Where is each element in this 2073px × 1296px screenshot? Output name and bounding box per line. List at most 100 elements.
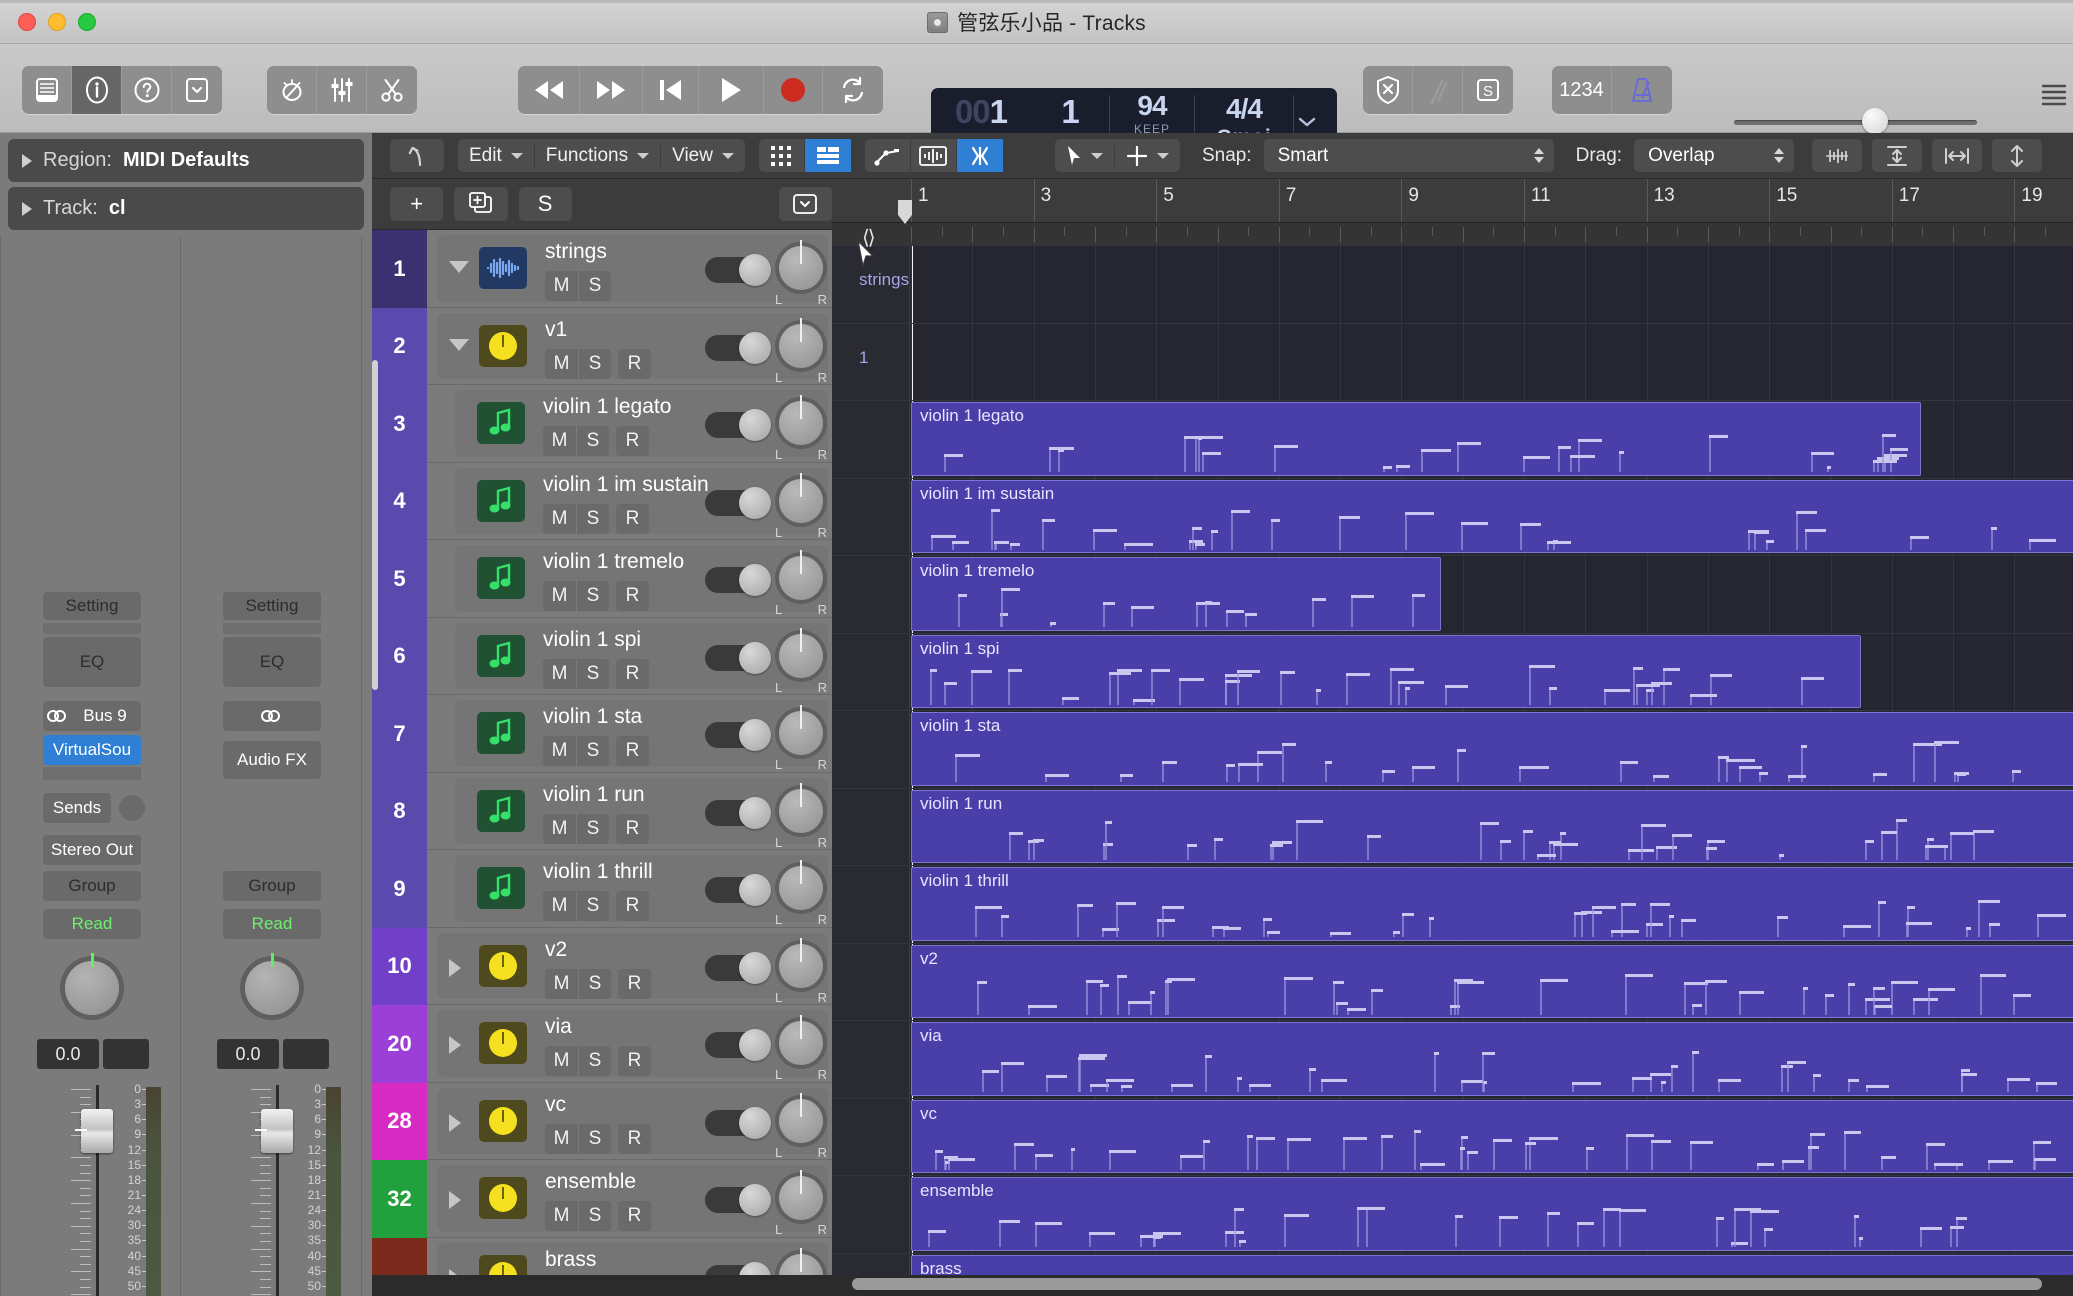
low-latency-button[interactable] [1363, 66, 1413, 114]
setting-button[interactable]: Setting [223, 592, 321, 620]
secondary-tool-button[interactable] [1115, 145, 1180, 167]
track-pan-knob[interactable] [779, 240, 823, 290]
track-mute-solo-record[interactable]: MSR [543, 891, 649, 921]
midi-region[interactable]: via [911, 1022, 2073, 1096]
track-mute-button[interactable]: M [543, 813, 576, 844]
track-name[interactable]: violin 1 spi [543, 628, 641, 652]
track-solo-button[interactable]: S [576, 503, 609, 534]
midi-note-icon[interactable] [477, 712, 525, 755]
flex-pitch-button[interactable] [1812, 139, 1863, 172]
toolbar-button[interactable] [172, 66, 222, 114]
track-name[interactable]: via [545, 1015, 572, 1039]
track-number[interactable]: 4 [372, 462, 427, 540]
track-volume-slider[interactable] [705, 1106, 771, 1139]
pan-knob[interactable] [245, 953, 299, 1015]
view-toggle-group[interactable] [758, 139, 851, 172]
track-volume-slider[interactable] [705, 254, 771, 286]
track-header-row[interactable]: ensemble M S R L R [427, 1160, 832, 1238]
midi-region[interactable]: v2 [911, 944, 2073, 1018]
track-header-row[interactable]: vc M S R L R [427, 1083, 832, 1160]
track-solo-button[interactable]: S [576, 891, 609, 921]
mixer-button[interactable] [317, 66, 367, 114]
disclosure-triangle-icon[interactable] [449, 1113, 461, 1132]
duplicate-track-button[interactable] [454, 187, 508, 221]
stepper-arrows-icon[interactable] [1774, 148, 1785, 163]
midi-region[interactable]: ensemble [911, 1177, 2073, 1251]
menu-edit[interactable]: Edit [458, 144, 535, 167]
track-volume-handle[interactable] [739, 331, 771, 364]
master-volume-knob[interactable] [1861, 108, 1888, 134]
track-volume-handle[interactable] [739, 1184, 771, 1216]
track-name[interactable]: violin 1 thrill [543, 860, 653, 884]
midi-region[interactable]: violin 1 legato [911, 402, 1921, 476]
region-inspector-header[interactable]: Region: MIDI Defaults [8, 139, 364, 182]
metronome-button[interactable] [1612, 66, 1672, 114]
transport-group[interactable] [518, 66, 883, 114]
track-number[interactable]: 8 [372, 772, 427, 850]
track-mute-solo-record[interactable]: MSR [543, 426, 649, 456]
editors-button[interactable] [367, 66, 417, 114]
track-mute-button[interactable]: M [545, 968, 578, 999]
tool-toggle-group[interactable] [864, 139, 1003, 172]
instrument-bulb-icon[interactable] [479, 324, 527, 367]
library-button[interactable] [22, 66, 72, 114]
track-mute-button[interactable]: M [543, 891, 576, 921]
disclosure-triangle-icon[interactable] [449, 1268, 461, 1275]
track-pan-knob[interactable] [779, 782, 823, 833]
track-name[interactable]: brass [545, 1248, 596, 1272]
track-name[interactable]: vc [545, 1093, 566, 1117]
track-header-row[interactable]: via M S R L R [427, 1005, 832, 1083]
track-mute-button[interactable]: M [543, 736, 576, 766]
eq-button[interactable]: EQ [43, 637, 141, 687]
instrument-bulb-icon[interactable] [479, 1254, 527, 1275]
track-name[interactable]: violin 1 tremelo [543, 550, 684, 574]
forward-button[interactable] [580, 66, 643, 114]
grid-view-button[interactable] [759, 139, 805, 172]
midi-note-icon[interactable] [477, 867, 525, 910]
track-number[interactable]: 5 [372, 540, 427, 618]
quick-help-button[interactable] [122, 66, 172, 114]
track-options-button[interactable] [778, 187, 832, 221]
track-record-button[interactable]: R [616, 503, 649, 534]
track-mute-button[interactable]: M [545, 271, 578, 301]
group-button[interactable]: Group [223, 871, 321, 901]
editor-menus[interactable]: Edit Functions View [458, 139, 745, 172]
count-in-button[interactable]: 1234 [1552, 66, 1612, 114]
track-pan-knob[interactable] [779, 1170, 823, 1220]
track-name[interactable]: violin 1 run [543, 783, 645, 807]
editor-toggle-group[interactable] [267, 66, 417, 114]
track-mute-button[interactable]: M [545, 348, 578, 379]
midi-region[interactable]: violin 1 run [911, 789, 2073, 863]
snap-select[interactable]: Smart [1263, 139, 1554, 172]
track-header-row[interactable]: brassLR [427, 1238, 832, 1275]
track-mute-solo-record[interactable]: MSR [543, 813, 649, 844]
track-name[interactable]: strings [545, 240, 607, 264]
midi-note-icon[interactable] [477, 479, 525, 522]
track-record-button[interactable]: R [616, 813, 649, 844]
track-inspector-header[interactable]: Track: cl [8, 187, 364, 230]
sends-button[interactable]: Sends [43, 793, 111, 823]
input-slot[interactable]: Bus 9 [43, 701, 141, 731]
track-mute-button[interactable]: M [545, 1123, 578, 1154]
track-pan-knob[interactable] [779, 317, 823, 368]
pointer-tool-button[interactable] [1055, 144, 1115, 167]
track-volume-slider[interactable] [705, 1029, 771, 1061]
midi-note-icon[interactable] [477, 402, 525, 445]
track-volume-slider[interactable] [705, 641, 771, 674]
track-record-button[interactable]: R [616, 426, 649, 456]
track-header-row[interactable]: v2 M S R L R [427, 928, 832, 1005]
track-mute-button[interactable]: M [545, 1046, 578, 1076]
track-mute-solo-record[interactable]: MSR [545, 968, 651, 999]
pan-knob[interactable] [65, 953, 119, 1015]
track-record-button[interactable]: R [618, 1123, 651, 1154]
track-mute-solo-record[interactable]: MSR [543, 581, 649, 611]
track-volume-slider[interactable] [705, 331, 771, 364]
track-mute-button[interactable]: M [543, 581, 576, 611]
track-volume-handle[interactable] [739, 254, 771, 286]
peak-value[interactable] [103, 1039, 149, 1069]
instrument-bulb-icon[interactable] [479, 944, 527, 987]
undo-button[interactable] [390, 139, 444, 172]
metronome-group[interactable]: 1234 [1552, 66, 1672, 114]
track-mute-button[interactable]: M [543, 658, 576, 689]
track-header-row[interactable]: violin 1 im sustain M S R L R [427, 463, 832, 540]
